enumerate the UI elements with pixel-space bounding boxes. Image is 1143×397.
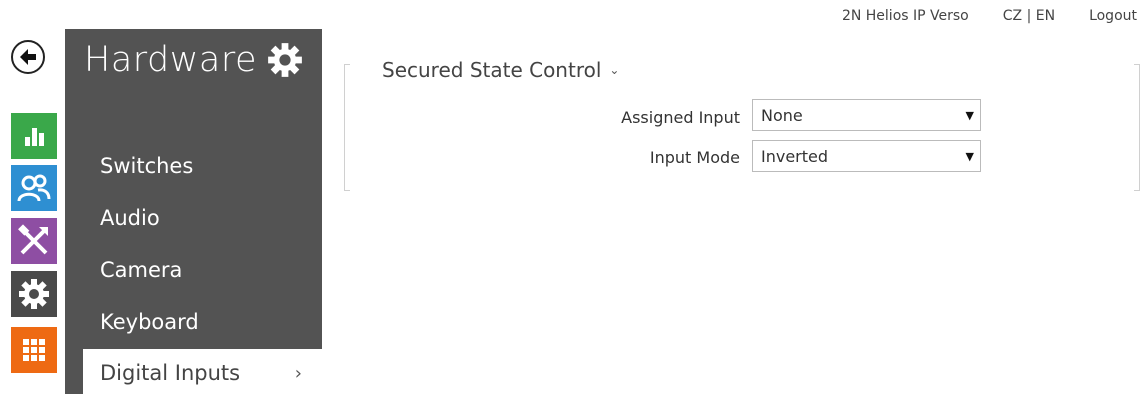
device-name: 2N Helios IP Verso bbox=[841, 8, 969, 24]
chevron-right-icon: › bbox=[294, 362, 302, 384]
input-mode-value: Inverted bbox=[761, 146, 829, 166]
dropdown-arrow-icon: ▼ bbox=[965, 149, 974, 163]
system-button[interactable] bbox=[11, 327, 57, 373]
sidebar-title: Hardware bbox=[84, 40, 257, 80]
sidebar-item-label: Digital Inputs bbox=[100, 361, 241, 385]
logout-link[interactable]: Logout bbox=[1089, 8, 1137, 24]
hardware-gear-icon bbox=[19, 279, 49, 309]
back-icon bbox=[20, 49, 36, 65]
section-title-text: Secured State Control bbox=[382, 58, 602, 82]
sidebar-item-label: Keyboard bbox=[100, 310, 199, 334]
input-mode-label: Input Mode bbox=[649, 148, 740, 167]
status-chart-icon bbox=[25, 128, 44, 146]
dropdown-arrow-icon: ▼ bbox=[965, 108, 974, 122]
hardware-sidebar: Hardware Switches Audio Camera Keyboard … bbox=[65, 29, 322, 397]
settings-gear-button[interactable] bbox=[267, 42, 303, 82]
status-button[interactable] bbox=[11, 113, 57, 159]
secured-state-section: Secured State Control ⌄ Assigned Input N… bbox=[344, 58, 1140, 191]
sidebar-item-digital-inputs[interactable]: Digital Inputs › bbox=[83, 349, 322, 397]
services-tools-icon bbox=[18, 224, 48, 255]
sidebar-item-keyboard[interactable]: Keyboard bbox=[65, 298, 322, 346]
chevron-down-icon: ⌄ bbox=[609, 63, 620, 77]
services-button[interactable] bbox=[11, 218, 57, 264]
system-grid-icon bbox=[23, 339, 45, 361]
sidebar-item-label: Camera bbox=[100, 258, 183, 282]
directory-button[interactable] bbox=[11, 165, 57, 211]
sidebar-item-label: Switches bbox=[100, 154, 194, 178]
section-bracket-right bbox=[1134, 64, 1140, 191]
section-title[interactable]: Secured State Control ⌄ bbox=[382, 58, 619, 82]
back-button[interactable] bbox=[11, 40, 45, 74]
sidebar-item-camera[interactable]: Camera bbox=[65, 246, 322, 294]
assigned-input-value: None bbox=[761, 105, 803, 125]
sidebar-item-switches[interactable]: Switches bbox=[65, 142, 322, 190]
gear-icon bbox=[268, 43, 302, 77]
directory-users-icon bbox=[17, 174, 51, 202]
top-bar: 2N Helios IP Verso CZ | EN Logout bbox=[842, 8, 1137, 24]
language-switch[interactable]: CZ | EN bbox=[1003, 8, 1055, 24]
assigned-input-select[interactable]: None ▼ bbox=[752, 99, 981, 131]
input-mode-select[interactable]: Inverted ▼ bbox=[752, 140, 981, 172]
sidebar-item-audio[interactable]: Audio bbox=[65, 194, 322, 242]
assigned-input-label: Assigned Input bbox=[621, 108, 740, 127]
sidebar-item-label: Audio bbox=[100, 206, 160, 230]
hardware-button[interactable] bbox=[11, 271, 57, 317]
section-bracket-left bbox=[344, 64, 350, 191]
